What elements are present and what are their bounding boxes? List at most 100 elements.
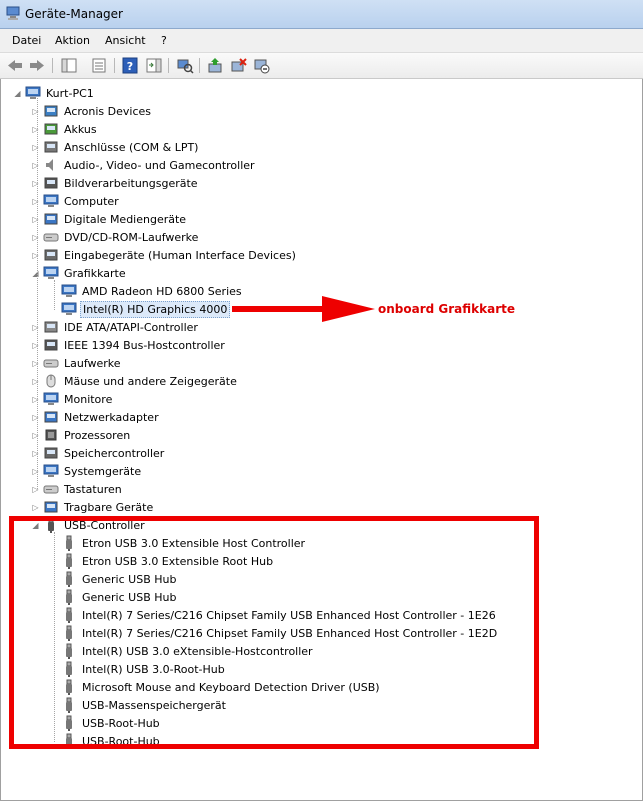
- tree-category-node-label: IEEE 1394 Bus-Hostcontroller: [64, 338, 225, 352]
- uninstall-icon[interactable]: [230, 57, 248, 74]
- device-manager-icon: [6, 6, 20, 20]
- portable-icon: [44, 501, 58, 513]
- expand-arrow-icon[interactable]: ▷: [31, 161, 40, 170]
- expand-arrow-icon[interactable]: ▷: [31, 431, 40, 440]
- tree-category-node-label: Acronis Devices: [64, 104, 151, 118]
- collapse-arrow-icon[interactable]: ◢: [31, 269, 40, 278]
- expand-arrow-icon[interactable]: ▷: [31, 179, 40, 188]
- tree-category-node-label: Netzwerkadapter: [64, 410, 159, 424]
- tree-category-node[interactable]: ▷ DVD/CD-ROM-Laufwerke: [31, 228, 200, 246]
- tree-category-node-label: Bildverarbeitungsgeräte: [64, 176, 198, 190]
- expand-arrow-icon[interactable]: ▷: [31, 359, 40, 368]
- tree-root-node-label: Kurt-PC1: [46, 86, 94, 100]
- action-pane-icon[interactable]: [145, 57, 163, 74]
- menu-aktion[interactable]: Aktion: [55, 34, 90, 47]
- tree-connector-line: [54, 280, 55, 310]
- expand-arrow-icon[interactable]: ▷: [31, 323, 40, 332]
- expand-arrow-icon[interactable]: ▷: [31, 251, 40, 260]
- show-hide-console-tree-icon[interactable]: [60, 57, 78, 74]
- properties-icon[interactable]: [90, 57, 108, 74]
- title-bar: Geräte-Manager: [0, 0, 643, 29]
- tree-category-node[interactable]: ▷ Prozessoren: [31, 426, 132, 444]
- computer-icon: [43, 194, 59, 207]
- display-adapter-icon: [61, 284, 77, 297]
- expand-arrow-icon[interactable]: ▷: [31, 125, 40, 134]
- disable-device-icon[interactable]: [253, 57, 271, 74]
- tree-category-node[interactable]: ▷ Laufwerke: [31, 354, 123, 372]
- disk-icon: [43, 359, 59, 368]
- tree-category-node[interactable]: ▷ Audio-, Video- und Gamecontroller: [31, 156, 257, 174]
- tree-category-node-label: Eingabegeräte (Human Interface Devices): [64, 248, 296, 262]
- forward-arrow-icon[interactable]: [28, 57, 46, 74]
- expand-arrow-icon[interactable]: ▷: [31, 143, 40, 152]
- tree-category-node-label: Mäuse und andere Zeigegeräte: [64, 374, 237, 388]
- acronis-icon: [44, 105, 58, 117]
- tree-category-node[interactable]: ◢ Grafikkarte: [31, 264, 128, 282]
- tree-category-node[interactable]: ▷ Systemgeräte: [31, 462, 143, 480]
- tree-category-node-label: Monitore: [64, 392, 113, 406]
- collapse-arrow-icon[interactable]: ◢: [13, 89, 22, 98]
- tree-category-node[interactable]: ▷ Acronis Devices: [31, 102, 153, 120]
- tree-category-node[interactable]: ▷ Tragbare Geräte: [31, 498, 155, 516]
- tree-device-node-label: AMD Radeon HD 6800 Series: [82, 284, 242, 298]
- camera-icon: [44, 177, 58, 189]
- tree-category-node[interactable]: ▷ Mäuse und andere Zeigegeräte: [31, 372, 239, 390]
- tree-category-node-label: Computer: [64, 194, 119, 208]
- tree-category-node-label: DVD/CD-ROM-Laufwerke: [64, 230, 199, 244]
- tree-category-node[interactable]: ▷ Tastaturen: [31, 480, 124, 498]
- battery-icon: [44, 123, 58, 135]
- expand-arrow-icon[interactable]: ▷: [31, 341, 40, 350]
- expand-arrow-icon[interactable]: ▷: [31, 197, 40, 206]
- menu-help[interactable]: ?: [161, 34, 167, 47]
- hid-icon: [44, 249, 58, 261]
- expand-arrow-icon[interactable]: ▷: [31, 485, 40, 494]
- tree-category-node[interactable]: ▷ Monitore: [31, 390, 114, 408]
- tree-category-node-label: Tastaturen: [64, 482, 122, 496]
- help-icon[interactable]: ?: [121, 57, 139, 74]
- tree-category-node[interactable]: ▷ Speichercontroller: [31, 444, 166, 462]
- network-icon: [44, 411, 58, 423]
- toolbar-separator: [52, 58, 53, 73]
- storage-icon: [44, 447, 58, 459]
- expand-arrow-icon[interactable]: ▷: [31, 233, 40, 242]
- processor-icon: [45, 429, 57, 441]
- scan-hardware-icon[interactable]: [176, 57, 194, 74]
- tree-device-node-selected[interactable]: Intel(R) HD Graphics 4000: [61, 300, 231, 318]
- tree-category-node[interactable]: ▷ Computer: [31, 192, 121, 210]
- computer-icon: [25, 86, 41, 99]
- media-icon: [44, 213, 58, 225]
- tree-category-node-label: Laufwerke: [64, 356, 121, 370]
- expand-arrow-icon[interactable]: ▷: [31, 377, 40, 386]
- menu-bar: Datei Aktion Ansicht ?: [0, 29, 643, 53]
- tree-category-node[interactable]: ▷ Akkus: [31, 120, 99, 138]
- expand-arrow-icon[interactable]: ▷: [31, 215, 40, 224]
- tree-connector-line: [37, 98, 38, 489]
- tree-category-node[interactable]: ▷ Digitale Mediengeräte: [31, 210, 188, 228]
- expand-arrow-icon[interactable]: ▷: [31, 449, 40, 458]
- tree-root-node[interactable]: ◢ Kurt-PC1: [13, 84, 96, 102]
- keyboard-icon: [43, 485, 59, 494]
- tree-category-node[interactable]: ▷ IDE ATA/ATAPI-Controller: [31, 318, 200, 336]
- tree-category-node-label: Speichercontroller: [64, 446, 165, 460]
- tree-category-node[interactable]: ▷ Anschlüsse (COM & LPT): [31, 138, 200, 156]
- tree-category-node[interactable]: ▷ Eingabegeräte (Human Interface Devices): [31, 246, 298, 264]
- tree-device-node-selected-label: Intel(R) HD Graphics 4000: [80, 300, 231, 318]
- tree-category-node-label: Audio-, Video- und Gamecontroller: [64, 158, 255, 172]
- tree-category-node[interactable]: ▷ IEEE 1394 Bus-Hostcontroller: [31, 336, 227, 354]
- expand-arrow-icon[interactable]: ▷: [31, 107, 40, 116]
- menu-datei[interactable]: Datei: [12, 34, 41, 47]
- tree-category-node[interactable]: ▷ Netzwerkadapter: [31, 408, 161, 426]
- back-arrow-icon[interactable]: [6, 57, 24, 74]
- usb-controller-highlight-box: [9, 516, 539, 749]
- toolbar: ?: [0, 53, 643, 79]
- tree-category-node-label: Digitale Mediengeräte: [64, 212, 187, 226]
- menu-ansicht[interactable]: Ansicht: [105, 34, 146, 47]
- expand-arrow-icon[interactable]: ▷: [31, 467, 40, 476]
- expand-arrow-icon[interactable]: ▷: [31, 503, 40, 512]
- tree-device-node[interactable]: AMD Radeon HD 6800 Series: [61, 282, 244, 300]
- expand-arrow-icon[interactable]: ▷: [31, 395, 40, 404]
- update-driver-icon[interactable]: [206, 57, 224, 74]
- tree-category-node-label: Akkus: [64, 122, 97, 136]
- tree-category-node[interactable]: ▷ Bildverarbeitungsgeräte: [31, 174, 200, 192]
- expand-arrow-icon[interactable]: ▷: [31, 413, 40, 422]
